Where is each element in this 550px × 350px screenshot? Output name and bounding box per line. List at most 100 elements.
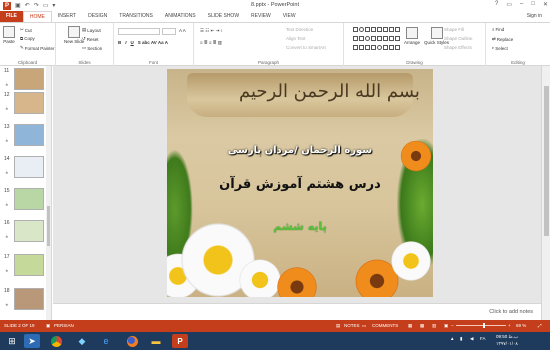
firefox-icon[interactable]: [124, 334, 140, 348]
notes-placeholder[interactable]: Click to add notes: [489, 309, 533, 315]
thumbnails-scrollbar[interactable]: [46, 66, 51, 320]
tab-file[interactable]: FILE: [0, 11, 23, 22]
notes-pane[interactable]: Click to add notes: [53, 303, 541, 320]
shape-fill-button[interactable]: Shape Fill: [444, 27, 464, 32]
thumbnail-slide-16[interactable]: 16 ★: [4, 220, 50, 250]
tab-insert[interactable]: INSERT: [52, 11, 82, 22]
kmplayer-icon[interactable]: ◆: [74, 334, 90, 348]
tab-design[interactable]: DESIGN: [82, 11, 113, 22]
comments-toggle-icon[interactable]: ▭: [362, 323, 366, 329]
minimize-icon[interactable]: –: [520, 1, 523, 8]
tab-home[interactable]: HOME: [22, 11, 52, 22]
layout-button[interactable]: ▤ Layout: [82, 27, 101, 33]
replace-button[interactable]: ⇄ Replace: [492, 36, 513, 42]
window-controls: ? ▭ – □ ✕: [495, 1, 548, 8]
thumbnail-slide-13[interactable]: 13 ★: [4, 124, 50, 154]
clock-time[interactable]: 09:50 ب.ظ: [496, 334, 518, 340]
current-slide[interactable]: بسم الله الرحمن الرحيم سوره الرحمان /مرد…: [167, 69, 433, 297]
maximize-icon[interactable]: □: [531, 1, 535, 8]
notes-button[interactable]: NOTES: [344, 323, 360, 328]
network-icon[interactable]: ▮: [460, 336, 462, 342]
find-button[interactable]: ⌕ Find: [492, 27, 504, 32]
font-name-box[interactable]: [118, 28, 160, 35]
powerpoint-taskbar-icon[interactable]: P: [172, 334, 188, 348]
tab-transitions[interactable]: TRANSITIONS: [113, 11, 159, 22]
thumbnail-slide-15[interactable]: 15 ★: [4, 188, 50, 218]
close-icon[interactable]: ✕: [543, 1, 548, 8]
normal-view-icon[interactable]: ▦: [408, 323, 412, 329]
help-icon[interactable]: ?: [495, 1, 498, 8]
thumbnail-slide-18[interactable]: 18 ★: [4, 288, 50, 318]
font-format-buttons[interactable]: B I U S abc AV Aa A: [118, 40, 168, 45]
slide-sorter-icon[interactable]: ▩: [420, 323, 424, 329]
start-button-icon[interactable]: ⊞: [4, 334, 20, 348]
list-buttons[interactable]: ☰ ☷ ⇤ ⇥ ↕: [200, 28, 223, 34]
format-painter-icon: ✎: [20, 45, 24, 50]
slide-thumbnails-pane: 11 ★ 12 ★ 13 ★ 14 ★ 15 ★ 16 ★ 17 ★ 18 ★: [0, 66, 52, 320]
tray-up-arrow-icon[interactable]: ▲: [450, 336, 454, 341]
cut-icon: ✂: [20, 27, 24, 32]
tab-slide-show[interactable]: SLIDE SHOW: [202, 11, 245, 22]
thumbnail-slide-17[interactable]: 17 ★: [4, 254, 50, 284]
align-text-button[interactable]: Align Text: [286, 36, 305, 41]
comments-button[interactable]: COMMENTS: [372, 323, 398, 328]
format-painter-button[interactable]: ✎ Format Painter: [20, 45, 55, 51]
slideshow-view-icon[interactable]: ▣: [444, 323, 448, 329]
fit-slide-icon[interactable]: ⤢: [538, 323, 542, 328]
clock-date[interactable]: ۱۳۹۷/۰۱/۰۸: [496, 341, 518, 347]
clipboard-group-label: Clipboard: [17, 60, 38, 65]
convert-smartart-button[interactable]: Convert to SmartArt: [286, 45, 326, 50]
tab-view[interactable]: VIEW: [277, 11, 302, 22]
shape-effects-button[interactable]: Shape Effects: [444, 45, 472, 50]
paste-icon: [3, 26, 15, 38]
spellcheck-icon[interactable]: ▣: [46, 323, 50, 329]
volume-icon[interactable]: ◀: [470, 336, 473, 342]
zoom-slider-thumb[interactable]: [483, 323, 485, 328]
text-direction-button[interactable]: Text Direction: [286, 27, 313, 32]
thumbnail-slide-12[interactable]: 12 ★: [4, 92, 50, 122]
slides-group: New Slide ▤ Layout ↺ Reset ▭ Section Slides: [56, 23, 114, 66]
copy-button[interactable]: ⧉ Copy: [20, 36, 35, 41]
grow-font-icon[interactable]: A A: [179, 28, 186, 33]
thumbnail-slide-14[interactable]: 14 ★: [4, 156, 50, 186]
zoom-level[interactable]: 69 %: [516, 323, 526, 328]
shapes-gallery[interactable]: [353, 27, 401, 53]
tab-animations[interactable]: ANIMATIONS: [159, 11, 202, 22]
thumbnail-image: [14, 220, 44, 242]
white-daisy-flower: [389, 239, 433, 283]
ribbon-display-icon[interactable]: ▭: [506, 1, 512, 8]
zoom-slider[interactable]: [456, 323, 506, 328]
notes-toggle-icon[interactable]: ▤: [336, 323, 340, 329]
keyboard-language[interactable]: FA: [480, 336, 486, 341]
slide-title-surah[interactable]: سوره الرحمان /مردان پارسی: [167, 145, 433, 156]
reset-button[interactable]: ↺ Reset: [82, 36, 99, 42]
reading-view-icon[interactable]: ▥: [432, 323, 436, 329]
tab-review[interactable]: REVIEW: [245, 11, 277, 22]
internet-explorer-icon[interactable]: e: [98, 334, 114, 348]
arrange-button[interactable]: Arrange: [404, 27, 420, 45]
language-indicator[interactable]: PERSIAN: [54, 323, 74, 328]
thumbnail-image: [14, 92, 44, 114]
select-button[interactable]: ▹ Select: [492, 45, 508, 51]
slide-scrollbar[interactable]: [541, 66, 550, 320]
paragraph-group: ☰ ☷ ⇤ ⇥ ↕ ≡ ≣ ≡ ≣ ▥ Text Direction Align…: [194, 23, 344, 66]
slide-lesson-title[interactable]: درس هشتم آموزش قرآن: [167, 177, 433, 192]
animation-star-icon: ★: [5, 138, 9, 143]
section-button[interactable]: ▭ Section: [82, 45, 102, 51]
shape-outline-button[interactable]: Shape Outline: [444, 36, 473, 41]
scrollbar-thumb[interactable]: [47, 206, 50, 246]
thumbnail-image: [14, 288, 44, 310]
file-explorer-icon[interactable]: ▬: [148, 334, 164, 348]
telegram-icon[interactable]: ➤: [24, 334, 40, 348]
paragraph-group-label: Paragraph: [257, 60, 279, 65]
align-buttons[interactable]: ≡ ≣ ≡ ≣ ▥: [200, 40, 222, 46]
sign-in-link[interactable]: Sign in: [527, 11, 542, 22]
zoom-in-icon[interactable]: +: [508, 323, 511, 328]
zoom-out-icon[interactable]: –: [451, 323, 454, 328]
thumbnail-image: [14, 124, 44, 146]
scrollbar-thumb[interactable]: [544, 86, 549, 236]
cut-button[interactable]: ✂ Cut: [20, 27, 32, 33]
paste-button[interactable]: Paste: [3, 26, 15, 44]
chrome-icon[interactable]: [48, 334, 64, 348]
font-size-box[interactable]: [162, 28, 176, 35]
